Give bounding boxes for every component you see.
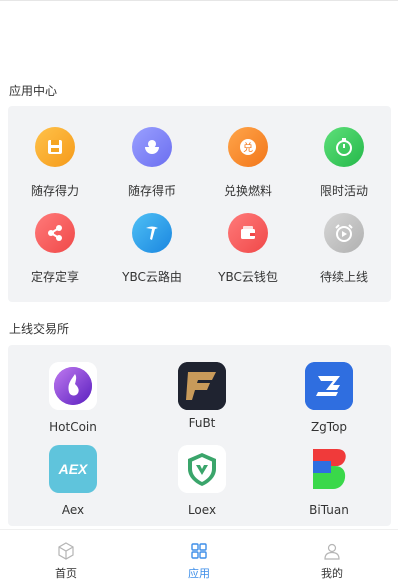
stopwatch-icon[interactable] xyxy=(324,127,364,167)
app-label[interactable]: 定存定享 xyxy=(5,268,105,285)
apps-section-title: 应用中心 xyxy=(9,84,58,98)
share-icon[interactable] xyxy=(35,213,75,253)
app-label[interactable]: 随存得力 xyxy=(5,182,105,199)
wallet-icon[interactable] xyxy=(228,213,268,253)
tab-mine-label: 我的 xyxy=(321,567,343,580)
app-label[interactable]: 随存得币 xyxy=(102,182,202,199)
top-divider xyxy=(0,0,398,1)
app-label[interactable]: 待续上线 xyxy=(294,268,394,285)
tab-home[interactable]: 首页 xyxy=(0,530,132,588)
hotcoin-logo-icon[interactable] xyxy=(49,362,97,410)
exchange-label[interactable]: HotCoin xyxy=(23,420,123,434)
apps-panel: 随存得力 随存得币 兑 兑换燃料 限时活动 定存定享 YBC云路由 YBC云钱包… xyxy=(8,106,391,302)
zgtop-logo-icon[interactable] xyxy=(305,362,353,410)
exchange-label[interactable]: BiTuan xyxy=(279,503,379,517)
exchange-label[interactable]: Aex xyxy=(23,503,123,517)
tab-home-label: 首页 xyxy=(55,567,77,580)
app-label[interactable]: YBC云钱包 xyxy=(198,268,298,285)
floppy-icon[interactable] xyxy=(35,127,75,167)
router-icon[interactable] xyxy=(132,213,172,253)
app-label[interactable]: YBC云路由 xyxy=(102,268,202,285)
app-label[interactable]: 兑换燃料 xyxy=(198,182,298,199)
fubt-logo-icon[interactable] xyxy=(178,362,226,410)
cube-icon xyxy=(58,542,74,560)
tab-apps-label: 应用 xyxy=(188,567,210,580)
app-label[interactable]: 限时活动 xyxy=(294,182,394,199)
grid-icon xyxy=(191,543,207,559)
loex-logo-icon[interactable] xyxy=(178,445,226,493)
alarm-clock-icon[interactable] xyxy=(324,213,364,253)
exchange-icon[interactable]: 兑 xyxy=(228,127,268,167)
tab-mine[interactable]: 我的 xyxy=(266,530,398,588)
bowl-icon[interactable] xyxy=(132,127,172,167)
user-icon xyxy=(324,543,340,560)
exchanges-section-title: 上线交易所 xyxy=(9,322,70,336)
aex-logo-icon[interactable]: AEX xyxy=(49,445,97,493)
svg-text:兑: 兑 xyxy=(243,141,253,154)
exchange-label[interactable]: ZgTop xyxy=(279,420,379,434)
exchange-label[interactable]: FuBt xyxy=(152,416,252,430)
exchanges-panel: HotCoin FuBt ZgTop AEX Aex Loex BiTuan xyxy=(8,345,391,526)
exchange-label[interactable]: Loex xyxy=(152,503,252,517)
tab-apps[interactable]: 应用 xyxy=(133,530,265,588)
bituan-logo-icon[interactable] xyxy=(305,445,353,493)
bottom-tab-bar: 首页 应用 我的 xyxy=(0,529,398,588)
